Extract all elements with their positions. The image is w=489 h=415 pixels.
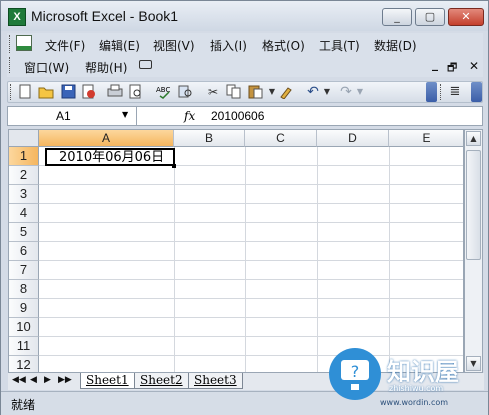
menu-tools[interactable]: 工具(T)	[319, 37, 360, 54]
menu-bar: 文件(F) 编辑(E) 视图(V) 插入(I) 格式(O) 工具(T) 数据(D…	[7, 33, 483, 77]
column-header-b[interactable]: B	[174, 130, 245, 147]
print-icon[interactable]	[107, 84, 123, 100]
insert-function-icon[interactable]: fx	[184, 109, 195, 123]
row-header[interactable]: 12	[9, 356, 39, 372]
close-button[interactable]: ✕	[448, 8, 484, 26]
sheet-tab-3[interactable]: Sheet3	[188, 373, 243, 389]
scroll-thumb[interactable]	[466, 150, 481, 260]
row-header[interactable]: 1	[9, 147, 39, 166]
watermark-site-2: www.wordin.com	[380, 398, 449, 407]
row-header[interactable]: 7	[9, 261, 39, 280]
doc-icon[interactable]	[16, 35, 32, 51]
spelling-icon[interactable]: ABC	[156, 84, 172, 100]
menu-format[interactable]: 格式(O)	[262, 37, 305, 54]
paste-icon[interactable]	[248, 84, 264, 100]
vertical-scrollbar[interactable]: ▲ ▼	[464, 129, 483, 373]
gridline	[39, 279, 463, 280]
sheet-tab-1[interactable]: Sheet1	[80, 373, 135, 389]
title-bar[interactable]: X Microsoft Excel - Book1 _ ▢ ✕	[1, 1, 488, 31]
menu-data[interactable]: 数据(D)	[374, 37, 417, 54]
cell-a1[interactable]: 2010年06月06日	[45, 148, 175, 166]
new-icon[interactable]	[17, 84, 33, 100]
last-sheet-button[interactable]: ▶▶	[58, 375, 72, 385]
menu-window[interactable]: 窗口(W)	[24, 59, 69, 76]
maximize-button[interactable]: ▢	[415, 8, 445, 26]
worksheet-grid[interactable]: A B C D E 1 2 3 4 5 6 7 8 9 10 11 12 201…	[8, 129, 464, 373]
watermark-brand: 知识屋	[387, 358, 459, 386]
menu-help[interactable]: 帮助(H)	[85, 59, 127, 76]
row-header[interactable]: 8	[9, 280, 39, 299]
watermark-logo: ? 知识屋 zhishiwu.com www.wordin.com	[325, 344, 485, 412]
toolbar2-grip[interactable]	[440, 84, 444, 100]
row-header[interactable]: 4	[9, 204, 39, 223]
select-all-corner[interactable]	[9, 130, 39, 147]
open-icon[interactable]	[38, 84, 54, 100]
row-header[interactable]: 10	[9, 318, 39, 337]
row-header[interactable]: 6	[9, 242, 39, 261]
formula-input[interactable]: 20100606	[211, 109, 264, 123]
doc-close-button[interactable]: ✕	[469, 59, 479, 73]
align-icon[interactable]: ≣	[447, 84, 463, 100]
row-header[interactable]: 3	[9, 185, 39, 204]
gridline	[39, 260, 463, 261]
gridline	[39, 184, 463, 185]
undo-dropdown-icon[interactable]: ▼	[319, 84, 335, 100]
menubar-grip[interactable]	[9, 35, 13, 53]
format-painter-icon[interactable]	[278, 84, 294, 100]
menubar-grip-2[interactable]	[9, 57, 13, 73]
row-header[interactable]: 9	[9, 299, 39, 318]
excel-window: X Microsoft Excel - Book1 _ ▢ ✕ 文件(F) 编辑…	[0, 0, 489, 415]
gridline	[39, 298, 463, 299]
gridline	[39, 241, 463, 242]
camera-icon[interactable]	[139, 60, 152, 69]
status-text: 就绪	[11, 398, 36, 412]
permission-icon[interactable]	[80, 84, 96, 100]
menu-file[interactable]: 文件(F)	[45, 37, 85, 54]
column-header-d[interactable]: D	[317, 130, 389, 147]
save-icon[interactable]	[60, 84, 76, 100]
gridline	[39, 222, 463, 223]
sheet-tab-2[interactable]: Sheet2	[134, 373, 189, 389]
scroll-up-button[interactable]: ▲	[466, 131, 481, 146]
toolbar-options-chevron-icon[interactable]	[426, 82, 437, 102]
minimize-button[interactable]: _	[382, 8, 412, 26]
doc-minimize-button[interactable]: _	[432, 57, 438, 71]
svg-text:?: ?	[351, 362, 360, 381]
row-header[interactable]: 2	[9, 166, 39, 185]
menu-insert[interactable]: 插入(I)	[210, 37, 247, 54]
fill-handle[interactable]	[172, 164, 176, 168]
cut-icon[interactable]: ✂	[205, 84, 221, 100]
research-icon[interactable]	[177, 84, 193, 100]
redo-dropdown-icon[interactable]: ▼	[352, 84, 368, 100]
watermark-site: zhishiwu.com	[389, 384, 444, 393]
print-preview-icon[interactable]	[128, 84, 144, 100]
name-box-value: A1	[56, 109, 71, 123]
gridline	[39, 336, 463, 337]
copy-icon[interactable]	[226, 84, 242, 100]
window-title: Microsoft Excel - Book1	[31, 8, 179, 24]
first-sheet-button[interactable]: ◀◀	[12, 375, 26, 385]
toolbar2-options-chevron-icon[interactable]	[471, 82, 482, 102]
formula-bar: A1 ▼ fx 20100606	[7, 106, 483, 126]
excel-app-icon[interactable]: X	[8, 8, 26, 26]
row-header[interactable]: 5	[9, 223, 39, 242]
menu-edit[interactable]: 编辑(E)	[99, 37, 140, 54]
gridline	[39, 203, 463, 204]
doc-restore-button[interactable]: 🗗	[447, 59, 457, 78]
column-header-a[interactable]: A	[39, 130, 174, 147]
standard-toolbar: ABC ✂ ▼ ↶ ▼ ↷ ▼ ≣	[7, 81, 483, 103]
name-box-dropdown-icon[interactable]: ▼	[122, 110, 128, 119]
column-header-c[interactable]: C	[245, 130, 317, 147]
row-header[interactable]: 11	[9, 337, 39, 356]
gridline	[39, 317, 463, 318]
menu-view[interactable]: 视图(V)	[153, 37, 195, 54]
prev-sheet-button[interactable]: ◀	[30, 375, 37, 385]
next-sheet-button[interactable]: ▶	[44, 375, 51, 385]
toolbar-grip[interactable]	[10, 84, 14, 100]
name-box[interactable]: A1 ▼	[8, 107, 137, 125]
column-header-e[interactable]: E	[389, 130, 463, 147]
